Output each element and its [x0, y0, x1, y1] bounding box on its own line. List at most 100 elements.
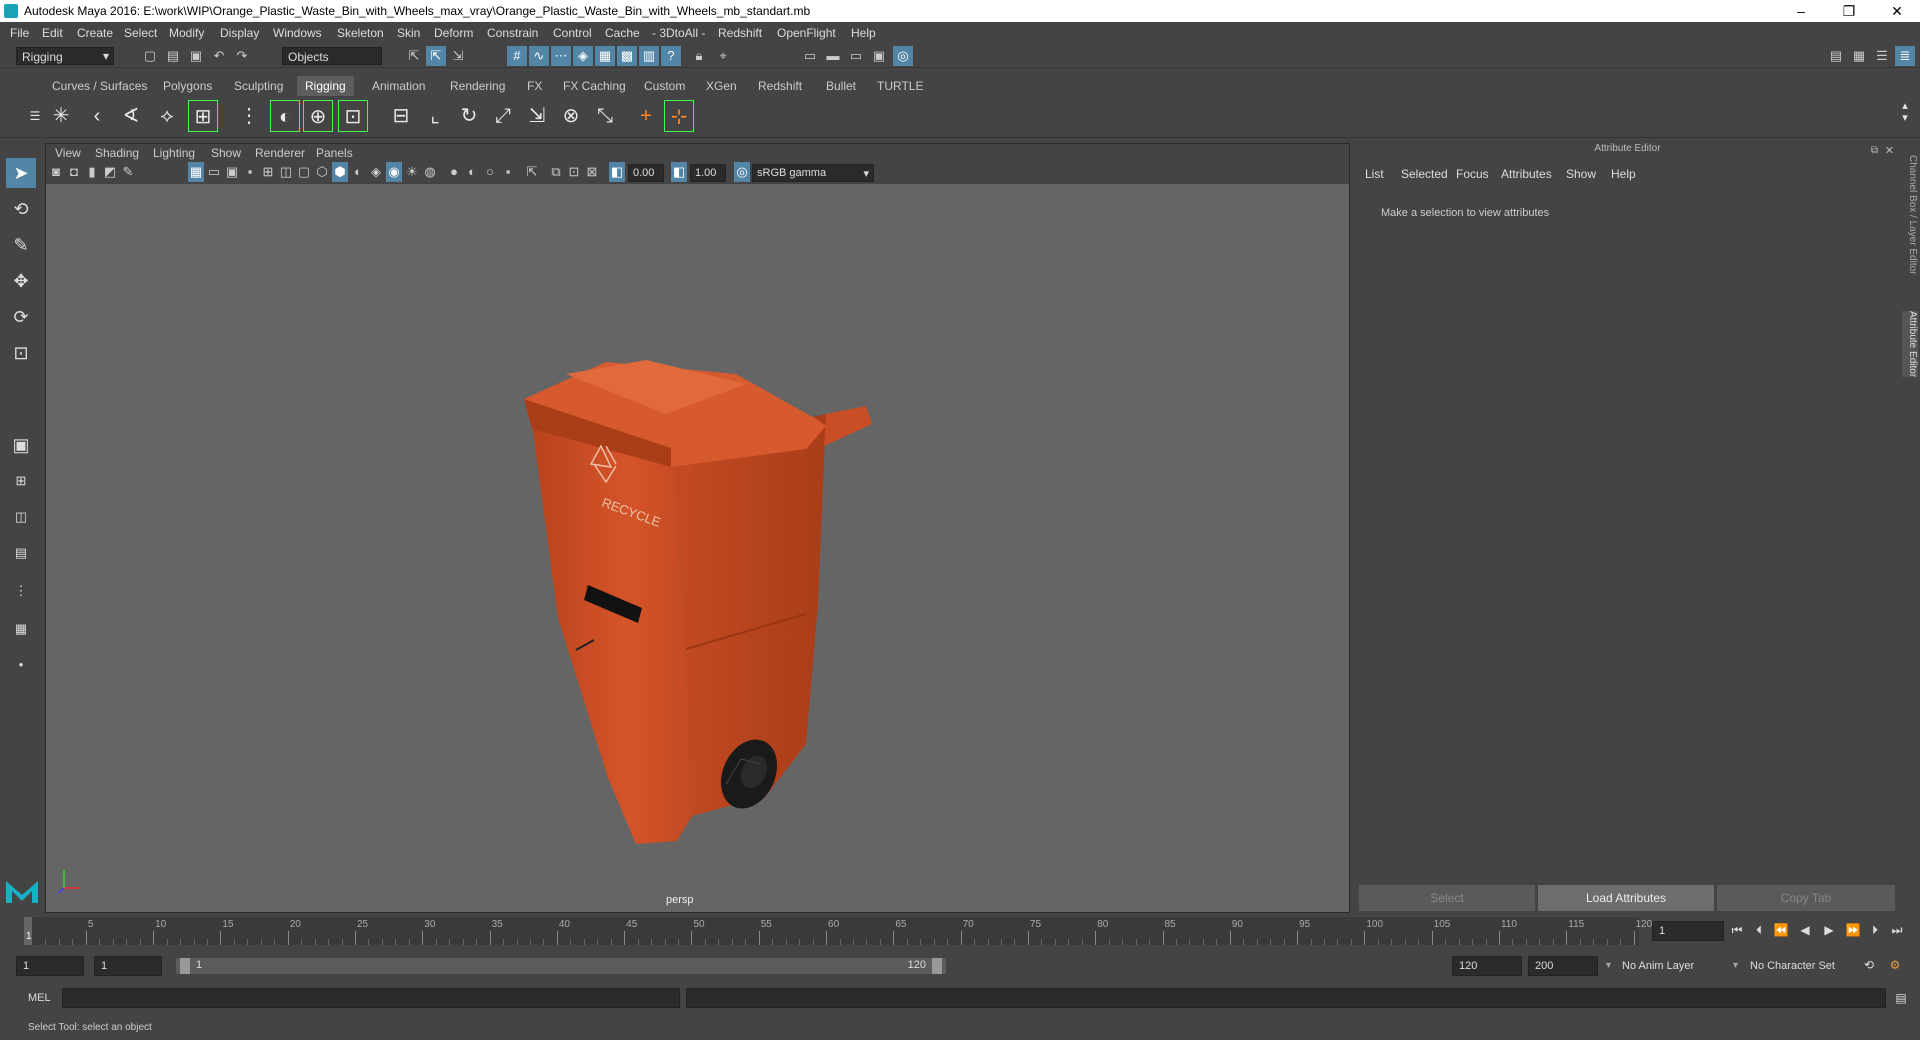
range-start-handle[interactable]: [180, 958, 190, 974]
isolate-select-icon[interactable]: ⇱: [524, 162, 540, 182]
hypershade-icon[interactable]: ◎: [893, 46, 913, 66]
command-input[interactable]: [62, 988, 680, 1008]
camera-attr-icon[interactable]: ◘: [66, 162, 82, 182]
menu-select[interactable]: Select: [124, 26, 157, 40]
select-hierarchy-icon[interactable]: ⇱: [404, 46, 424, 66]
workspace-icon[interactable]: ▤: [1826, 46, 1846, 66]
ae-menu-focus[interactable]: Focus: [1456, 167, 1489, 181]
xray-icon[interactable]: ◍: [422, 162, 438, 182]
save-scene-icon[interactable]: ▣: [186, 46, 206, 66]
film-gate-icon[interactable]: ▭: [206, 162, 222, 182]
ae-select-button[interactable]: Select: [1359, 885, 1535, 911]
wireframe-on-shaded-icon[interactable]: ◐: [350, 162, 366, 182]
open-scene-icon[interactable]: ▤: [163, 46, 183, 66]
smooth-shade-icon[interactable]: ⬢: [332, 162, 348, 182]
menu-help[interactable]: Help: [851, 26, 876, 40]
shelf-scroll-icon[interactable]: ▴ ▾: [1890, 100, 1920, 132]
exposure-icon[interactable]: ◧: [609, 162, 625, 182]
move-tool-icon[interactable]: ✥: [6, 266, 36, 296]
shelf-tab-rendering[interactable]: Rendering: [442, 76, 513, 96]
safe-title-icon[interactable]: ▢: [296, 162, 312, 182]
character-set-dropdown[interactable]: No Character Set: [1750, 960, 1835, 972]
ae-menu-selected[interactable]: Selected: [1401, 167, 1448, 181]
anim-end-field[interactable]: 200: [1528, 956, 1598, 976]
history-icon[interactable]: ▥: [639, 46, 659, 66]
paint-select-icon[interactable]: ✎: [6, 230, 36, 260]
bookmark-icon[interactable]: ▮: [84, 162, 100, 182]
menu-constrain[interactable]: Constrain: [487, 26, 538, 40]
menu-3dtoall[interactable]: - 3DtoAll -: [652, 26, 705, 40]
vp-menu-lighting[interactable]: Lighting: [153, 146, 195, 160]
shelf-tab-turtle[interactable]: TURTLE: [869, 76, 931, 96]
rotate-tool-icon[interactable]: ⟳: [6, 302, 36, 332]
auto-key-icon[interactable]: ⟲: [1860, 956, 1878, 974]
anim-start-field[interactable]: 1: [16, 956, 84, 976]
joint-tool-icon[interactable]: ✳: [46, 100, 76, 132]
lattice-icon[interactable]: ⋮: [234, 100, 264, 132]
point-constraint-icon[interactable]: ⌞: [420, 100, 450, 132]
channel-box-toggle-icon[interactable]: ≣: [1895, 46, 1915, 66]
shelf-tab-sculpting[interactable]: Sculpting: [226, 76, 291, 96]
wireframe-icon[interactable]: ⬡: [314, 162, 330, 182]
ae-menu-list[interactable]: List: [1365, 167, 1384, 181]
ae-menu-help[interactable]: Help: [1611, 167, 1636, 181]
menu-set-dropdown[interactable]: Rigging ▾: [16, 47, 114, 65]
menu-edit[interactable]: Edit: [42, 26, 63, 40]
two-view-icon[interactable]: ◫: [6, 502, 36, 532]
menu-redshift[interactable]: Redshift: [718, 26, 762, 40]
ae-menu-show[interactable]: Show: [1566, 167, 1596, 181]
vertical-split-icon[interactable]: ⋮: [6, 576, 36, 606]
colorspace-dropdown[interactable]: sRGB gamma ▾: [752, 164, 874, 182]
gamma-icon[interactable]: ◧: [671, 162, 687, 182]
field-chart-icon[interactable]: ⊞: [260, 162, 276, 182]
menu-display[interactable]: Display: [220, 26, 259, 40]
antialias-icon[interactable]: ○: [482, 162, 498, 182]
vp-menu-shading[interactable]: Shading: [95, 146, 139, 160]
snap-surface-icon[interactable]: ▦: [595, 46, 615, 66]
menu-file[interactable]: File: [10, 26, 29, 40]
locator-icon[interactable]: +: [631, 100, 661, 132]
float-panel-icon[interactable]: ⧉: [1871, 145, 1878, 156]
snap-live-icon[interactable]: ▩: [617, 46, 637, 66]
ik-spline-icon[interactable]: ∢: [116, 100, 146, 132]
shelf-tab-curves[interactable]: Curves / Surfaces: [44, 76, 155, 96]
depth-of-field-icon[interactable]: ▪: [500, 162, 516, 182]
shelf-tab-fx[interactable]: FX: [519, 76, 550, 96]
attribute-editor-tab[interactable]: Attribute Editor: [1902, 311, 1918, 378]
maximize-button[interactable]: ❐: [1826, 0, 1872, 22]
snap-grid-icon[interactable]: #: [507, 46, 527, 66]
go-to-start-icon[interactable]: ⏮: [1728, 921, 1746, 939]
select-object-icon[interactable]: ⇱: [426, 46, 446, 66]
ambient-occlusion-icon[interactable]: ●: [446, 162, 462, 182]
four-view-icon[interactable]: ⊞: [6, 466, 36, 496]
safe-action-icon[interactable]: ◫: [278, 162, 294, 182]
question-icon[interactable]: ?: [661, 46, 681, 66]
vp-menu-panels[interactable]: Panels: [316, 146, 353, 160]
persp-outliner-icon[interactable]: ▤: [6, 538, 36, 568]
hud-icon[interactable]: ⊠: [584, 162, 600, 182]
wire-icon[interactable]: ⊕: [303, 100, 333, 132]
render-settings-icon[interactable]: ▭: [800, 46, 820, 66]
use-lights-icon[interactable]: ◉: [386, 162, 402, 182]
viewport-3d-canvas[interactable]: RECYCLE persp: [46, 184, 1349, 912]
channel-box-tab[interactable]: Channel Box / Layer Editor: [1902, 155, 1918, 275]
char-set-chevron-icon[interactable]: ▾: [1733, 960, 1738, 971]
snap-point-icon[interactable]: ⋯: [551, 46, 571, 66]
menu-modify[interactable]: Modify: [169, 26, 204, 40]
ipr-render-icon[interactable]: ▭: [846, 46, 866, 66]
ik-handle-icon[interactable]: ‹: [82, 100, 112, 132]
layout-graph-icon[interactable]: ▦: [6, 614, 36, 644]
xray-active-icon[interactable]: ⊡: [566, 162, 582, 182]
grid-toggle-icon[interactable]: ▦: [188, 162, 204, 182]
redo-icon[interactable]: ↷: [232, 46, 252, 66]
step-forward-frame-icon[interactable]: ⏩: [1844, 921, 1862, 939]
more-layouts-icon[interactable]: •: [6, 650, 36, 680]
menu-skin[interactable]: Skin: [397, 26, 420, 40]
grease-pencil-icon[interactable]: ✎: [120, 162, 136, 182]
menu-openflight[interactable]: OpenFlight: [777, 26, 836, 40]
orient-constraint-icon[interactable]: ↻: [454, 100, 484, 132]
preferences-icon[interactable]: ⚙: [1886, 956, 1904, 974]
new-scene-icon[interactable]: ▢: [140, 46, 160, 66]
menu-control[interactable]: Control: [553, 26, 592, 40]
minimize-button[interactable]: –: [1778, 0, 1824, 22]
